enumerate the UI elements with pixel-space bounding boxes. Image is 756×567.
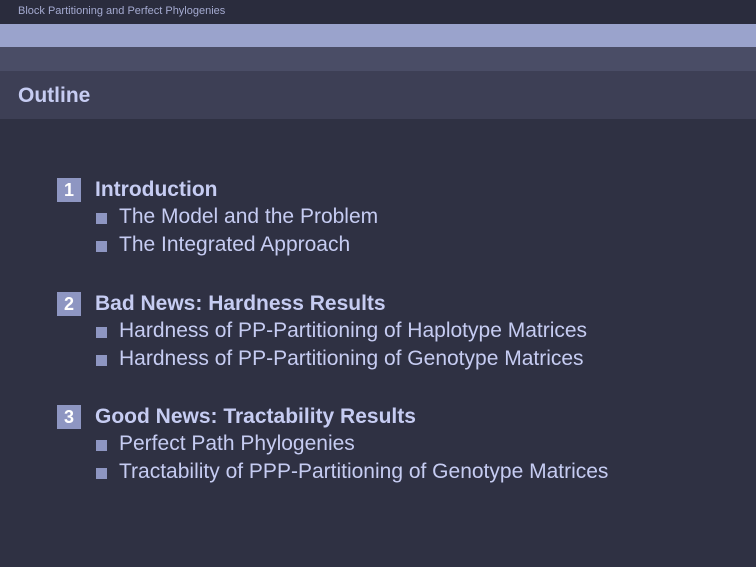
section-title[interactable]: Bad News: Hardness Results	[95, 292, 386, 316]
square-bullet-icon	[96, 212, 107, 224]
frame-title-bar	[0, 71, 756, 119]
section-heading[interactable]: 3 Good News: Tractability Results	[57, 404, 608, 430]
outline-section-2[interactable]: 2 Bad News: Hardness Results Hardness of…	[57, 291, 587, 373]
section-number-box: 2	[57, 292, 81, 316]
subsection-item[interactable]: Hardness of PP-Partitioning of Haplotype…	[96, 317, 587, 345]
subsection-item[interactable]: The Integrated Approach	[96, 231, 378, 259]
header-bar: Block Partitioning and Perfect Phylogeni…	[0, 0, 756, 24]
outline-section-1[interactable]: 1 Introduction The Model and the Problem…	[57, 177, 378, 259]
section-number-box: 3	[57, 405, 81, 429]
header-band-light	[0, 24, 756, 47]
square-bullet-icon	[96, 326, 107, 338]
square-bullet-icon	[96, 354, 107, 366]
square-bullet-icon	[96, 240, 107, 252]
square-bullet-icon	[96, 467, 107, 479]
slide: Block Partitioning and Perfect Phylogeni…	[0, 0, 756, 567]
subsection-item[interactable]: Tractability of PPP-Partitioning of Geno…	[96, 458, 608, 486]
subsection-label[interactable]: The Model and the Problem	[119, 205, 378, 229]
subsection-item[interactable]: Hardness of PP-Partitioning of Genotype …	[96, 345, 587, 373]
outline-section-3[interactable]: 3 Good News: Tractability Results Perfec…	[57, 404, 608, 486]
square-bullet-icon	[96, 439, 107, 451]
section-number-box: 1	[57, 178, 81, 202]
frame-title: Outline	[18, 84, 91, 107]
subsection-item[interactable]: Perfect Path Phylogenies	[96, 430, 608, 458]
subsection-item[interactable]: The Model and the Problem	[96, 203, 378, 231]
section-heading[interactable]: 1 Introduction	[57, 177, 378, 203]
subsection-label[interactable]: Hardness of PP-Partitioning of Genotype …	[119, 347, 584, 371]
section-heading[interactable]: 2 Bad News: Hardness Results	[57, 291, 587, 317]
subsection-label[interactable]: Perfect Path Phylogenies	[119, 432, 355, 456]
subsection-label[interactable]: The Integrated Approach	[119, 233, 350, 257]
subsection-label[interactable]: Tractability of PPP-Partitioning of Geno…	[119, 460, 608, 484]
section-title[interactable]: Introduction	[95, 178, 217, 202]
section-title[interactable]: Good News: Tractability Results	[95, 405, 416, 429]
presentation-short-title: Block Partitioning and Perfect Phylogeni…	[18, 5, 226, 17]
header-band-mid	[0, 47, 756, 71]
subsection-label[interactable]: Hardness of PP-Partitioning of Haplotype…	[119, 319, 587, 343]
